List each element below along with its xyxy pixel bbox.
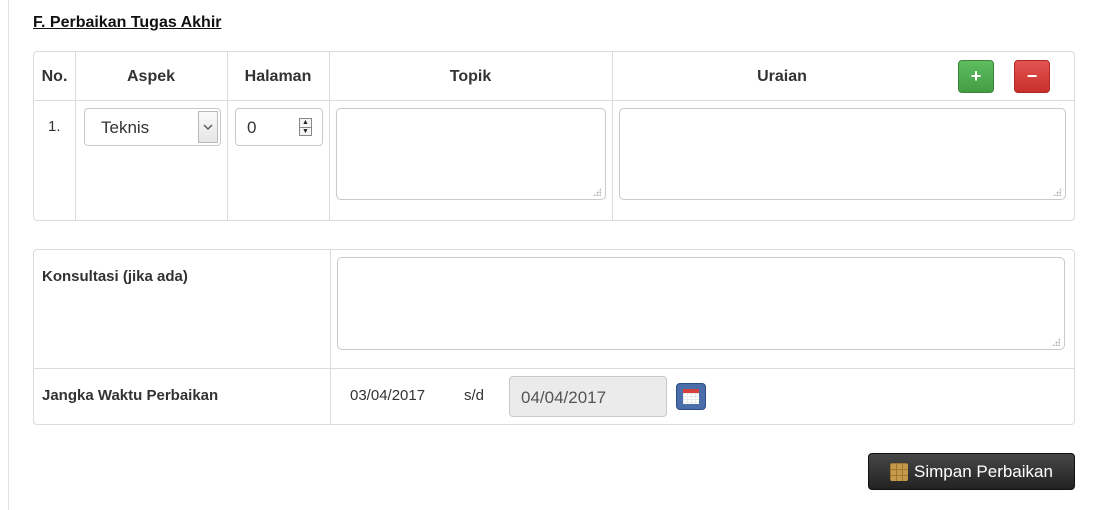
column-divider	[330, 250, 331, 424]
save-icon	[890, 462, 909, 481]
page-left-border	[8, 0, 9, 510]
resize-grip-icon[interactable]	[1053, 188, 1061, 196]
period-label: Jangka Waktu Perbaikan	[42, 387, 219, 404]
spin-up-icon[interactable]: ▲	[300, 119, 311, 127]
halaman-value: 0	[247, 118, 257, 137]
minus-icon: −	[1026, 66, 1038, 86]
spin-down-icon[interactable]: ▼	[300, 126, 311, 136]
period-start-date: 03/04/2017	[350, 387, 426, 404]
aspek-select[interactable]: Teknis	[84, 108, 221, 146]
save-button-label: Simpan Perbaikan	[914, 461, 1053, 481]
details-table: Konsultasi (jika ada) Jangka Waktu Perba…	[33, 249, 1075, 425]
topik-textarea[interactable]	[336, 108, 606, 200]
resize-grip-icon[interactable]	[593, 188, 601, 196]
halaman-number-input[interactable]: 0 ▲ ▼	[235, 108, 323, 146]
row-divider	[34, 368, 1074, 369]
row-number: 1.	[48, 118, 61, 135]
calendar-icon-glyph	[683, 389, 699, 404]
period-end-date-input[interactable]: 04/04/2017	[509, 376, 667, 417]
resize-grip-icon[interactable]	[1052, 338, 1060, 346]
header-aspek: Aspek	[126, 68, 176, 85]
save-repair-button[interactable]: Simpan Perbaikan	[868, 453, 1075, 490]
repair-items-table: No. Aspek Halaman Topik Uraian + − 1. Te…	[33, 51, 1075, 221]
calendar-icon[interactable]	[676, 383, 706, 410]
period-separator: s/d	[464, 387, 485, 404]
uraian-textarea[interactable]	[619, 108, 1066, 200]
consultation-label: Konsultasi (jika ada)	[42, 268, 188, 285]
remove-row-button[interactable]: −	[1014, 60, 1050, 93]
header-topik: Topik	[449, 68, 492, 85]
header-uraian: Uraian	[757, 68, 807, 85]
spinner-icon[interactable]: ▲ ▼	[299, 118, 312, 136]
header-halaman: Halaman	[244, 68, 312, 85]
period-end-date-value: 04/04/2017	[521, 388, 607, 407]
plus-icon: +	[970, 66, 982, 86]
section-title: F. Perbaikan Tugas Akhir	[33, 14, 222, 31]
aspek-select-value: Teknis	[101, 118, 150, 137]
add-row-button[interactable]: +	[958, 60, 994, 93]
chevron-down-icon[interactable]	[198, 111, 218, 143]
consultation-textarea[interactable]	[337, 257, 1065, 350]
header-no: No.	[41, 68, 68, 85]
